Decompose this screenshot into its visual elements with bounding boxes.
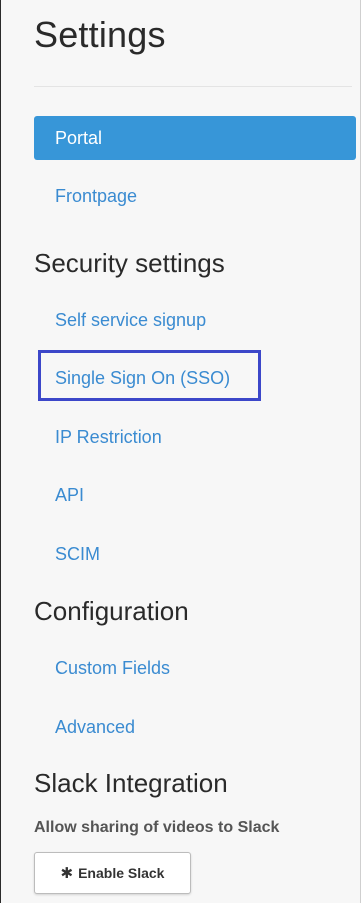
section-title-slack: Slack Integration	[34, 768, 228, 798]
slack-icon: ✱	[60, 865, 74, 882]
nav-item-portal[interactable]: Portal	[34, 116, 356, 160]
nav-item-custom-fields[interactable]: Custom Fields	[34, 646, 356, 690]
enable-slack-button[interactable]: ✱ Enable Slack	[34, 852, 191, 894]
nav-item-scim[interactable]: SCIM	[34, 532, 356, 576]
nav-item-sso[interactable]: Single Sign On (SSO)	[34, 356, 356, 400]
section-title-configuration: Configuration	[34, 596, 189, 626]
nav-item-ip-restriction[interactable]: IP Restriction	[34, 415, 356, 459]
slack-description: Allow sharing of videos to Slack	[34, 819, 280, 836]
nav-item-api[interactable]: API	[34, 473, 356, 517]
nav-item-frontpage[interactable]: Frontpage	[34, 174, 356, 218]
nav-item-self-service-signup[interactable]: Self service signup	[34, 298, 356, 342]
enable-slack-label: Enable Slack	[78, 865, 165, 881]
page-title: Settings	[34, 14, 166, 55]
nav-item-advanced[interactable]: Advanced	[34, 705, 356, 749]
settings-panel: Settings Portal Frontpage Security setti…	[0, 0, 361, 903]
divider	[34, 86, 352, 87]
section-title-security: Security settings	[34, 248, 225, 278]
